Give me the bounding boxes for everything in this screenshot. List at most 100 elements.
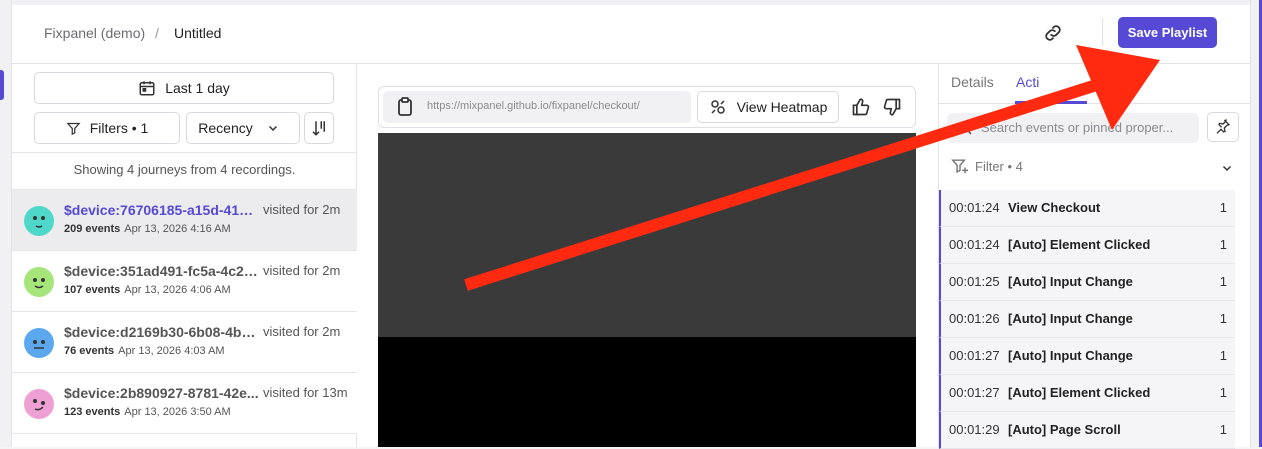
event-time: 00:01:27 — [949, 348, 1000, 363]
sort-order-button[interactable] — [304, 112, 334, 144]
journey-device-id: $device:2b890927-8781-42e... — [64, 385, 259, 401]
sort-direction-icon — [312, 121, 325, 136]
event-row[interactable]: 00:01:26 [Auto] Input Change 1 — [939, 301, 1235, 338]
sidebar-active-indicator — [0, 70, 4, 100]
thumbs-up-icon[interactable] — [851, 97, 873, 119]
search-icon — [958, 121, 972, 135]
avatar — [24, 206, 54, 236]
event-row[interactable]: 00:01:29 [Auto] Page Scroll 1 — [939, 412, 1235, 449]
event-time: 00:01:27 — [949, 385, 1000, 400]
heatmap-icon — [710, 100, 725, 114]
page-title[interactable]: Untitled — [174, 25, 221, 41]
event-name: [Auto] Page Scroll — [1008, 422, 1121, 437]
event-count: 1 — [1219, 422, 1227, 437]
avatar — [24, 389, 54, 419]
journey-row[interactable]: $device:2b890927-8781-42e... visited for… — [12, 373, 357, 434]
journey-meta: 107 events Apr 13, 2026 4:06 AM — [64, 284, 231, 296]
journey-duration: visited for 2m — [263, 202, 341, 217]
journey-row[interactable]: $device:76706185-a15d-4199... visited fo… — [12, 190, 357, 251]
journey-duration: visited for 2m — [263, 263, 341, 278]
event-time: 00:01:24 — [949, 200, 1000, 215]
app-window: Fixpanel (demo) / Untitled Save Playlist… — [0, 0, 1262, 449]
journey-duration: visited for 2m — [263, 324, 341, 339]
journey-device-id: $device:351ad491-fc5a-4c24... — [64, 263, 260, 279]
tab-summary[interactable]: mmary — [1099, 74, 1142, 90]
event-time: 00:01:25 — [949, 274, 1000, 289]
event-row[interactable]: 00:01:24 View Checkout 1 — [939, 190, 1235, 227]
link-icon[interactable] — [1042, 22, 1064, 44]
avatar — [24, 328, 54, 358]
event-row[interactable]: 00:01:27 [Auto] Element Clicked 1 — [939, 375, 1235, 412]
event-name: View Checkout — [1008, 200, 1101, 215]
clipboard-icon — [398, 97, 412, 116]
event-row[interactable]: 00:01:25 [Auto] Input Change 1 — [939, 264, 1235, 301]
journey-date: Apr 13, 2026 4:06 AM — [124, 284, 231, 296]
event-row[interactable]: 00:01:24 [Auto] Element Clicked 1 — [939, 227, 1235, 264]
event-count: 1 — [1219, 311, 1227, 326]
pin-icon — [1216, 118, 1231, 134]
event-time: 00:01:29 — [949, 422, 1000, 437]
journey-row[interactable]: $device:351ad491-fc5a-4c24... visited fo… — [12, 251, 357, 312]
right-sidebar-strip — [1250, 0, 1262, 447]
replay-viewport[interactable] — [378, 133, 916, 337]
tab-details[interactable]: Details — [951, 74, 994, 90]
journey-events: 123 events — [64, 406, 121, 418]
player-toolbar: https://mixpanel.github.io/fixpanel/chec… — [378, 86, 916, 128]
journey-events: 209 events — [64, 223, 121, 235]
journey-row[interactable]: $device:d2169b30-6b08-4b7... visited for… — [12, 312, 357, 373]
thumbs-down-icon[interactable] — [882, 97, 904, 119]
divider — [12, 152, 357, 153]
url-field[interactable]: https://mixpanel.github.io/fixpanel/chec… — [383, 91, 691, 123]
event-time: 00:01:26 — [949, 311, 1000, 326]
activity-panel: Details Acti mmary Search events or pinn… — [938, 64, 1251, 449]
tab-activity[interactable]: Acti — [1016, 74, 1039, 90]
filters-button[interactable]: Filters • 1 — [34, 112, 180, 144]
event-search-input[interactable]: Search events or pinned proper... — [947, 113, 1199, 143]
chevron-down-icon — [268, 125, 277, 132]
journey-meta: 76 events Apr 13, 2026 4:03 AM — [64, 345, 225, 357]
view-heatmap-label: View Heatmap — [736, 99, 828, 115]
event-name: [Auto] Element Clicked — [1008, 385, 1151, 400]
journeys-panel: Last 1 day Filters • 1 Recency Showing 4… — [12, 64, 357, 447]
pin-button[interactable] — [1207, 112, 1239, 142]
active-tab-indicator — [1015, 101, 1087, 104]
journey-duration: visited for 13m — [263, 385, 348, 400]
event-count: 1 — [1219, 200, 1227, 215]
event-name: [Auto] Input Change — [1008, 311, 1133, 326]
journey-events: 107 events — [64, 284, 121, 296]
event-count: 1 — [1219, 348, 1227, 363]
top-bar-strip — [12, 0, 1250, 5]
journey-device-id: $device:76706185-a15d-4199... — [64, 202, 260, 218]
event-filter[interactable]: Filter • 4 — [951, 158, 1023, 174]
journey-date: Apr 13, 2026 4:03 AM — [118, 345, 225, 357]
event-time: 00:01:24 — [949, 237, 1000, 252]
journey-date: Apr 13, 2026 4:16 AM — [124, 223, 231, 235]
journey-device-id: $device:d2169b30-6b08-4b7... — [64, 324, 260, 340]
event-name: [Auto] Input Change — [1008, 274, 1133, 289]
filters-label: Filters • 1 — [89, 120, 149, 136]
sort-select[interactable]: Recency — [186, 112, 300, 144]
search-placeholder: Search events or pinned proper... — [981, 120, 1174, 135]
top-bar: Fixpanel (demo) / Untitled Save Playlist — [12, 0, 1250, 64]
replay-viewport-lower[interactable] — [378, 337, 916, 447]
journey-date: Apr 13, 2026 3:50 AM — [124, 406, 231, 418]
chevron-down-icon[interactable] — [1221, 162, 1233, 174]
filter-icon — [66, 122, 81, 135]
date-range-button[interactable]: Last 1 day — [34, 72, 334, 104]
date-range-label: Last 1 day — [165, 80, 230, 96]
breadcrumb-parent[interactable]: Fixpanel (demo) — [44, 25, 145, 41]
filter-label: Filter • 4 — [975, 158, 1023, 174]
url-text: https://mixpanel.github.io/fixpanel/chec… — [427, 100, 640, 112]
save-playlist-button[interactable]: Save Playlist — [1118, 17, 1217, 48]
filter-add-icon — [951, 159, 968, 174]
tab-bar: Details Acti mmary — [939, 64, 1251, 104]
event-row[interactable]: 00:01:27 [Auto] Input Change 1 — [939, 338, 1235, 375]
sort-label: Recency — [198, 120, 253, 136]
journeys-count-text: Showing 4 journeys from 4 recordings. — [73, 162, 296, 177]
event-count: 1 — [1219, 274, 1227, 289]
journey-meta: 123 events Apr 13, 2026 3:50 AM — [64, 406, 231, 418]
view-heatmap-button[interactable]: View Heatmap — [697, 91, 839, 123]
left-sidebar-strip — [0, 0, 12, 447]
event-count: 1 — [1219, 385, 1227, 400]
replay-player: https://mixpanel.github.io/fixpanel/chec… — [358, 64, 937, 447]
